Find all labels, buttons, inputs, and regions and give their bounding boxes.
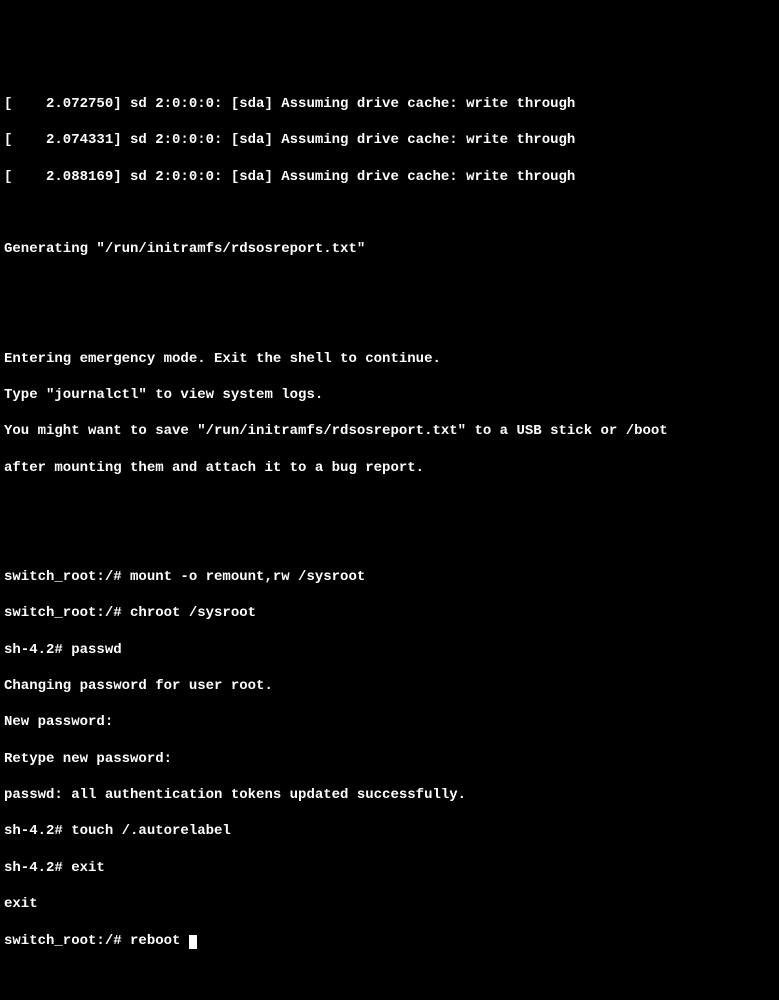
shell-prompt-line[interactable]: switch_root:/# reboot bbox=[4, 932, 775, 950]
shell-line: switch_root:/# mount -o remount,rw /sysr… bbox=[4, 568, 775, 586]
generating-message: Generating "/run/initramfs/rdsosreport.t… bbox=[4, 240, 775, 258]
blank-line bbox=[4, 204, 775, 222]
blank-line bbox=[4, 277, 775, 295]
blank-line bbox=[4, 495, 775, 513]
emergency-message: You might want to save "/run/initramfs/r… bbox=[4, 422, 775, 440]
blank-line bbox=[4, 531, 775, 549]
blank-line bbox=[4, 313, 775, 331]
shell-line: passwd: all authentication tokens update… bbox=[4, 786, 775, 804]
shell-line: Retype new password: bbox=[4, 750, 775, 768]
shell-prompt-text: switch_root:/# reboot bbox=[4, 933, 180, 949]
shell-line: sh-4.2# exit bbox=[4, 859, 775, 877]
emergency-message: after mounting them and attach it to a b… bbox=[4, 459, 775, 477]
boot-message: [ 2.074331] sd 2:0:0:0: [sda] Assuming d… bbox=[4, 131, 775, 149]
shell-line: Changing password for user root. bbox=[4, 677, 775, 695]
emergency-message: Entering emergency mode. Exit the shell … bbox=[4, 350, 775, 368]
cursor bbox=[189, 935, 197, 949]
shell-line: switch_root:/# chroot /sysroot bbox=[4, 604, 775, 622]
shell-line: New password: bbox=[4, 713, 775, 731]
boot-message: [ 2.088169] sd 2:0:0:0: [sda] Assuming d… bbox=[4, 168, 775, 186]
boot-message: [ 2.072750] sd 2:0:0:0: [sda] Assuming d… bbox=[4, 95, 775, 113]
emergency-message: Type "journalctl" to view system logs. bbox=[4, 386, 775, 404]
shell-line: exit bbox=[4, 895, 775, 913]
terminal-output: [ 2.072750] sd 2:0:0:0: [sda] Assuming d… bbox=[4, 77, 775, 968]
shell-line: sh-4.2# passwd bbox=[4, 641, 775, 659]
shell-line: sh-4.2# touch /.autorelabel bbox=[4, 822, 775, 840]
